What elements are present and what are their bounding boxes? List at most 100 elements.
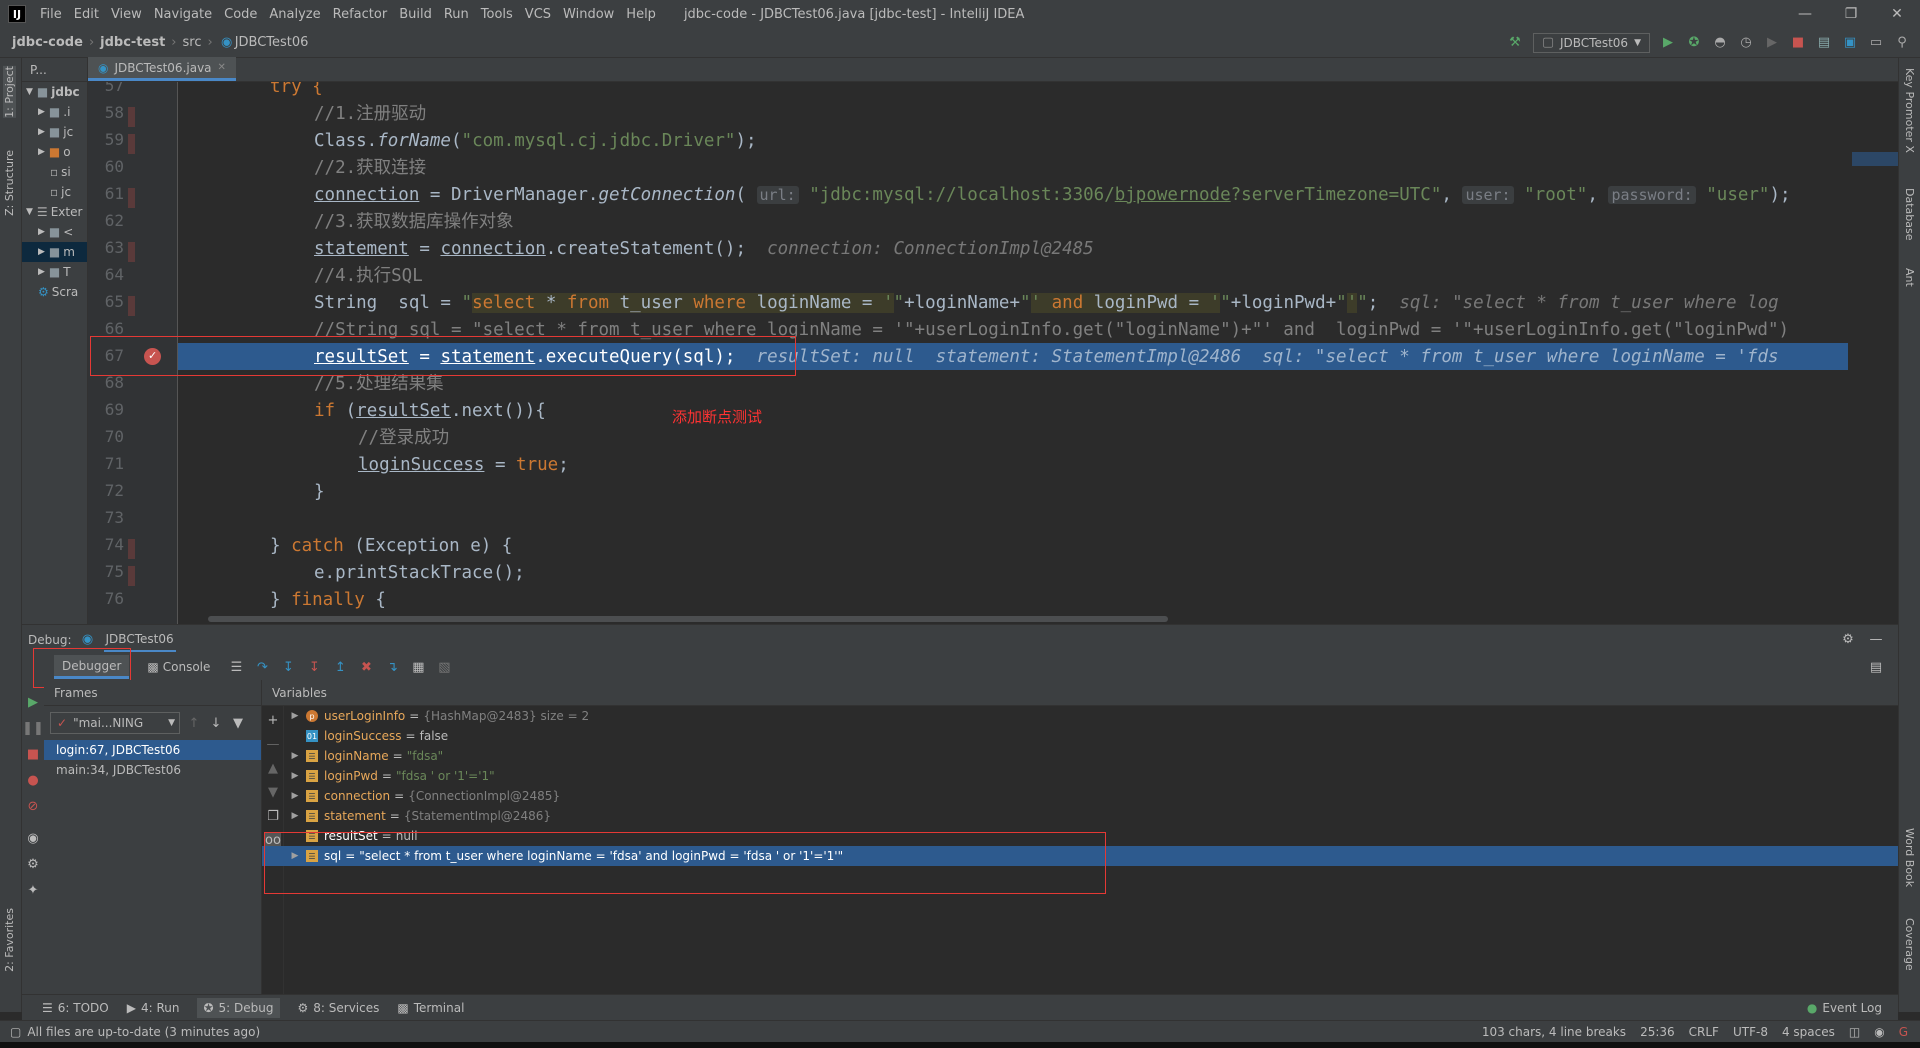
settings-icon[interactable]: ⚙ bbox=[25, 856, 41, 872]
tree-item[interactable]: ▶ ■ .i bbox=[22, 102, 87, 122]
tree-item[interactable]: ▶ ■ m bbox=[22, 242, 87, 262]
presentation-icon[interactable]: ▭ bbox=[1868, 35, 1884, 51]
tool-tab-database[interactable]: Database bbox=[1903, 188, 1916, 241]
editor-horizontal-scrollbar[interactable] bbox=[208, 616, 1168, 622]
force-step-into-icon[interactable]: ↧ bbox=[306, 659, 322, 675]
view-breakpoints-icon[interactable]: ● bbox=[25, 772, 41, 788]
menu-build[interactable]: Build bbox=[393, 7, 438, 22]
code-line-75[interactable]: e.printStackTrace(); bbox=[314, 560, 525, 587]
variable-row[interactable]: ▶ ☰ loginName = "fdsa" bbox=[262, 746, 1898, 766]
caret-position[interactable]: 25:36 bbox=[1640, 1025, 1675, 1039]
menu-tools[interactable]: Tools bbox=[475, 7, 519, 22]
tool-tab-event-log[interactable]: ● Event Log bbox=[1807, 1001, 1882, 1015]
status-message[interactable]: All files are up-to-date (3 minutes ago) bbox=[27, 1025, 260, 1039]
tree-item[interactable]: ▶ ■ < bbox=[22, 222, 87, 242]
resume-icon[interactable]: ▶ bbox=[25, 694, 41, 710]
tool-tab-structure[interactable]: Z: Structure bbox=[3, 150, 16, 216]
drop-frame-icon[interactable]: ✖ bbox=[358, 659, 374, 675]
tool-tab-run[interactable]: ▶ 4: Run bbox=[127, 1001, 180, 1015]
menu-refactor[interactable]: Refactor bbox=[327, 7, 394, 22]
frame-row[interactable]: main:34, JDBCTest06 bbox=[44, 760, 261, 780]
close-icon[interactable]: ✕ bbox=[1874, 6, 1920, 22]
tree-item[interactable]: ▫ jc bbox=[22, 182, 87, 202]
variable-row[interactable]: ▶ ☰ connection = {ConnectionImpl@2485} bbox=[262, 786, 1898, 806]
menu-edit[interactable]: Edit bbox=[68, 7, 105, 22]
code-line-63[interactable]: statement = connection.createStatement()… bbox=[314, 236, 1094, 263]
variable-row[interactable]: ▶ 01 loginSuccess = false bbox=[262, 726, 1898, 746]
arrow-up-icon[interactable]: ↑ bbox=[186, 715, 202, 731]
line-separator[interactable]: CRLF bbox=[1689, 1025, 1719, 1039]
code-line-70[interactable]: //登录成功 bbox=[358, 425, 449, 452]
tool-tab-project[interactable]: 1: Project bbox=[3, 66, 16, 118]
status-icon[interactable]: ▢ bbox=[10, 1025, 21, 1039]
editor-minimap[interactable] bbox=[1848, 82, 1898, 624]
step-over-icon[interactable]: ↷ bbox=[254, 659, 270, 675]
google-icon[interactable]: G bbox=[1899, 1025, 1908, 1039]
breadcrumb-class[interactable]: JDBCTest06 bbox=[235, 35, 309, 50]
tree-item[interactable]: ▶ ■ o bbox=[22, 142, 87, 162]
variable-row[interactable]: ▶ ☰ loginPwd = "fdsa ' or '1'='1" bbox=[262, 766, 1898, 786]
expand-arrow-icon[interactable]: ▶ bbox=[288, 771, 302, 781]
translate-icon[interactable]: ▣ bbox=[1842, 35, 1858, 51]
debug-bug-icon[interactable]: ✪ bbox=[1686, 35, 1702, 51]
code-line-71[interactable]: loginSuccess = true; bbox=[358, 452, 569, 479]
code-line-76[interactable]: } finally { bbox=[270, 587, 386, 614]
evaluate-expression-icon[interactable]: ▦ bbox=[410, 659, 426, 675]
step-into-icon[interactable]: ↧ bbox=[280, 659, 296, 675]
menu-lines-icon[interactable]: ☰ bbox=[228, 659, 244, 675]
tool-tab-terminal[interactable]: ▩ Terminal bbox=[397, 1001, 464, 1015]
menu-vcs[interactable]: VCS bbox=[519, 7, 557, 22]
trace-icon[interactable]: ▧ bbox=[436, 659, 452, 675]
code-line-65[interactable]: String sql = "select * from t_user where… bbox=[314, 290, 1779, 317]
tab-console[interactable]: ▩ Console bbox=[139, 655, 218, 679]
frame-row[interactable]: login:67, JDBCTest06 bbox=[44, 740, 261, 760]
code-line-57[interactable]: try { bbox=[270, 82, 323, 101]
build-hammer-icon[interactable]: ⚒ bbox=[1507, 35, 1523, 51]
expand-arrow-icon[interactable]: ▶ bbox=[288, 711, 302, 721]
variable-row[interactable]: ▶ p userLoginInfo = {HashMap@2483} size … bbox=[262, 706, 1898, 726]
menu-window[interactable]: Window bbox=[557, 7, 620, 22]
resume-disabled-icon[interactable]: ▶ bbox=[1764, 35, 1780, 51]
code-line-74[interactable]: } catch (Exception e) { bbox=[270, 533, 512, 560]
thread-select[interactable]: ✓ "mai...NING ▼ bbox=[50, 712, 180, 734]
layout-icon[interactable]: ▤ bbox=[1868, 659, 1884, 675]
minimap-viewport[interactable] bbox=[1852, 152, 1898, 166]
breadcrumb-module[interactable]: jdbc-test bbox=[100, 35, 165, 50]
camera-icon[interactable]: ◉ bbox=[25, 830, 41, 846]
search-icon[interactable]: ⚲ bbox=[1894, 35, 1910, 51]
project-structure-icon[interactable]: ▤ bbox=[1816, 35, 1832, 51]
code-line-60[interactable]: //2.获取连接 bbox=[314, 155, 426, 182]
pin-icon[interactable]: ✦ bbox=[25, 882, 41, 898]
tool-tab-ant[interactable]: Ant bbox=[1903, 268, 1916, 287]
run-configuration-select[interactable]: ▢ JDBCTest06 ▼ bbox=[1532, 32, 1650, 53]
tree-item[interactable]: ⚙ Scra bbox=[22, 282, 87, 302]
tool-tab-key-promoter[interactable]: Key Promoter X bbox=[1903, 68, 1916, 153]
stop-icon[interactable]: ■ bbox=[1790, 35, 1806, 51]
profile-icon[interactable]: ◷ bbox=[1738, 35, 1754, 51]
breadcrumb-src[interactable]: src bbox=[183, 35, 202, 50]
code-line-59[interactable]: Class.forName("com.mysql.cj.jdbc.Driver"… bbox=[314, 128, 757, 155]
breadcrumb-project[interactable]: jdbc-code bbox=[12, 35, 83, 50]
expand-arrow-icon[interactable]: ▶ bbox=[288, 791, 302, 801]
project-header-label[interactable]: P... bbox=[30, 63, 47, 77]
step-out-icon[interactable]: ↥ bbox=[332, 659, 348, 675]
tool-tab-coverage[interactable]: Coverage bbox=[1903, 918, 1916, 971]
tool-tab-todo[interactable]: ☰ 6: TODO bbox=[42, 1001, 109, 1015]
menu-analyze[interactable]: Analyze bbox=[263, 7, 326, 22]
tree-item[interactable]: ▶ ■ jc bbox=[22, 122, 87, 142]
tool-tab-debug[interactable]: ✪ 5: Debug bbox=[197, 997, 280, 1018]
coverage-icon[interactable]: ◓ bbox=[1712, 35, 1728, 51]
code-line-64[interactable]: //4.执行SQL bbox=[314, 263, 423, 290]
gear-icon[interactable]: ⚙ bbox=[1840, 632, 1856, 648]
tool-tab-favorites[interactable]: 2: Favorites bbox=[3, 908, 16, 972]
run-icon[interactable]: ▶ bbox=[1660, 35, 1676, 51]
tree-item[interactable]: ▼ ■ jdbc bbox=[22, 82, 87, 102]
inspector-icon[interactable]: ◉ bbox=[1874, 1025, 1884, 1039]
pause-icon[interactable]: ❚❚ bbox=[22, 720, 44, 736]
file-encoding[interactable]: UTF-8 bbox=[1733, 1025, 1768, 1039]
hide-panel-icon[interactable]: — bbox=[1868, 632, 1884, 648]
menu-file[interactable]: File bbox=[34, 7, 68, 22]
code-line-69[interactable]: if (resultSet.next()){ bbox=[314, 398, 546, 425]
code-line-62[interactable]: //3.获取数据库操作对象 bbox=[314, 209, 514, 236]
stop-debug-icon[interactable]: ■ bbox=[25, 746, 41, 762]
